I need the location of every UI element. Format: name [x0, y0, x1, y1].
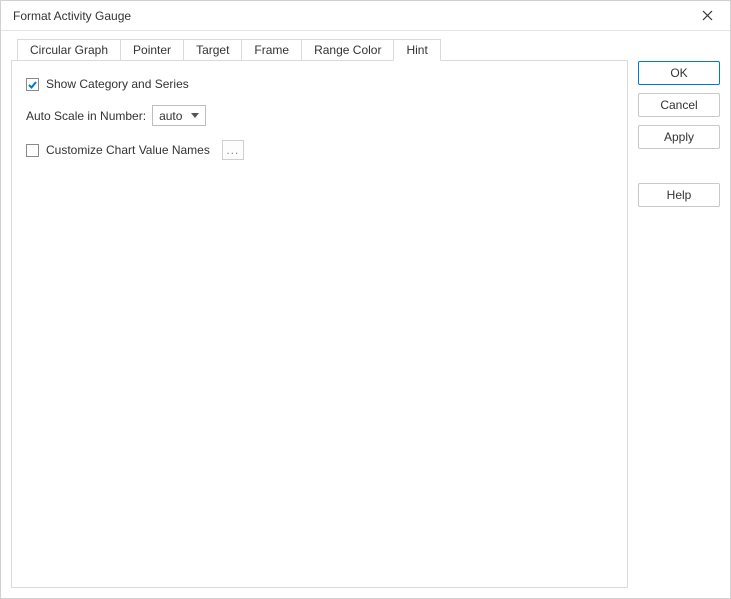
checkmark-icon: [27, 79, 38, 90]
tab-label: Frame: [254, 43, 289, 57]
dialog-body: Circular Graph Pointer Target Frame Rang…: [1, 31, 730, 598]
button-label: OK: [670, 66, 687, 80]
dialog-title: Format Activity Gauge: [13, 9, 131, 23]
tab-frame[interactable]: Frame: [241, 39, 302, 61]
help-button[interactable]: Help: [638, 183, 720, 207]
auto-scale-select[interactable]: auto: [152, 105, 206, 126]
auto-scale-label: Auto Scale in Number:: [26, 109, 146, 123]
tab-label: Hint: [406, 43, 427, 57]
button-label: Help: [667, 188, 692, 202]
tab-label: Circular Graph: [30, 43, 108, 57]
customize-dots-button[interactable]: ...: [222, 140, 244, 160]
tab-target[interactable]: Target: [183, 39, 242, 61]
customize-label: Customize Chart Value Names: [46, 143, 210, 157]
chevron-down-icon: [191, 113, 199, 118]
close-button[interactable]: [692, 2, 722, 30]
ok-button[interactable]: OK: [638, 61, 720, 85]
titlebar: Format Activity Gauge: [1, 1, 730, 31]
show-category-checkbox[interactable]: [26, 78, 39, 91]
tab-label: Range Color: [314, 43, 381, 57]
apply-button[interactable]: Apply: [638, 125, 720, 149]
side-buttons: OK Cancel Apply Help: [638, 39, 720, 588]
button-label: Cancel: [660, 98, 697, 112]
tab-range-color[interactable]: Range Color: [301, 39, 394, 61]
hint-panel: Show Category and Series Auto Scale in N…: [11, 60, 628, 588]
tab-label: Pointer: [133, 43, 171, 57]
show-category-row: Show Category and Series: [26, 77, 613, 91]
tab-pointer[interactable]: Pointer: [120, 39, 184, 61]
dropdown-arrow: [187, 113, 203, 118]
tab-hint[interactable]: Hint: [393, 39, 440, 61]
tabs-row: Circular Graph Pointer Target Frame Rang…: [11, 39, 628, 61]
auto-scale-row: Auto Scale in Number: auto: [26, 105, 613, 126]
show-category-label: Show Category and Series: [46, 77, 189, 91]
tab-label: Target: [196, 43, 229, 57]
customize-row: Customize Chart Value Names ...: [26, 140, 613, 160]
auto-scale-value: auto: [159, 109, 187, 123]
button-label: Apply: [664, 130, 694, 144]
close-icon: [702, 10, 713, 21]
customize-checkbox[interactable]: [26, 144, 39, 157]
main-area: Circular Graph Pointer Target Frame Rang…: [11, 39, 628, 588]
tab-circular-graph[interactable]: Circular Graph: [17, 39, 121, 61]
cancel-button[interactable]: Cancel: [638, 93, 720, 117]
button-gap: [638, 157, 720, 175]
